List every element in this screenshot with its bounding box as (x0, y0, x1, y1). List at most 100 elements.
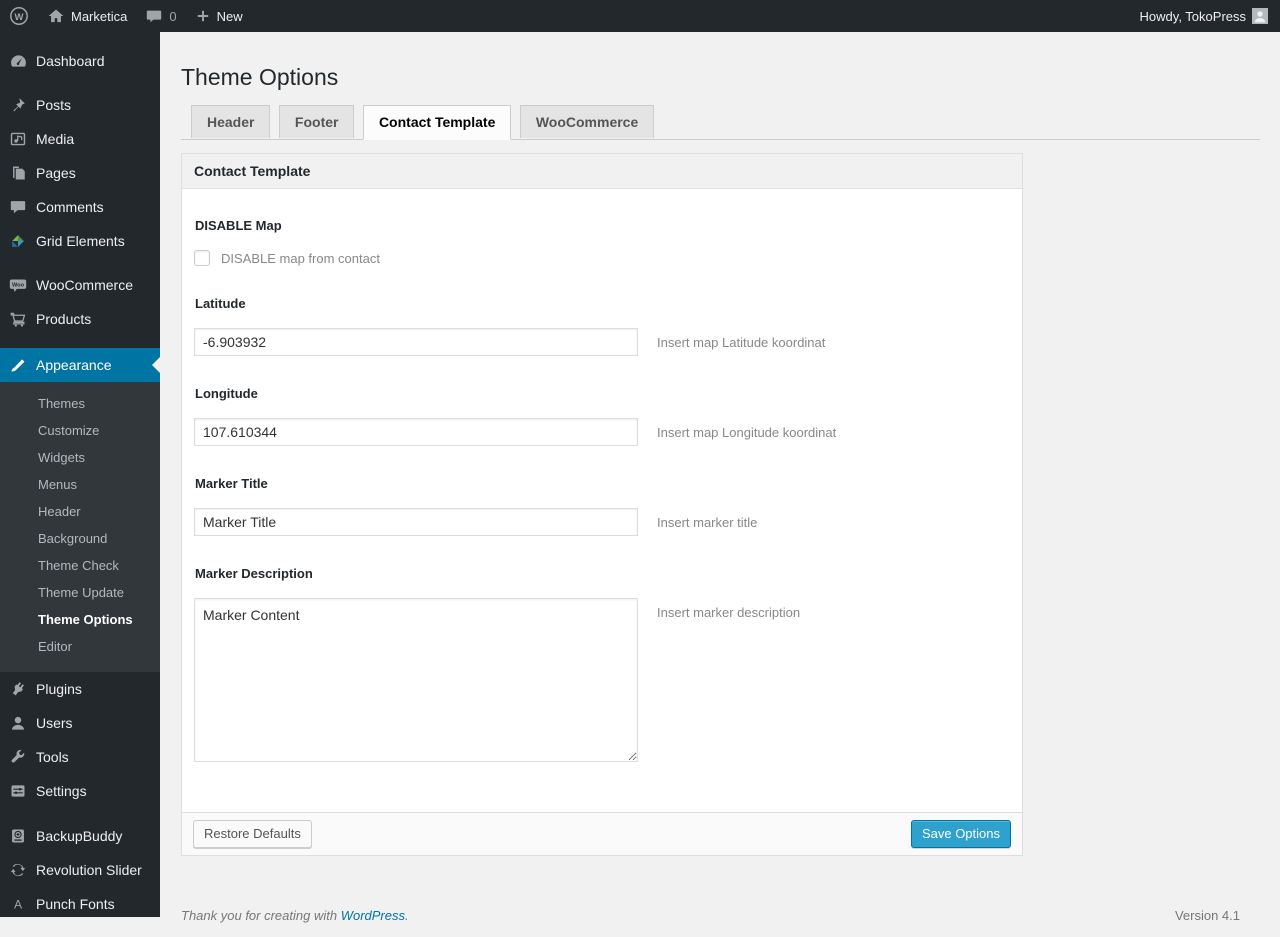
marker-title-input[interactable] (194, 508, 638, 536)
sidebar-item-label: Settings (36, 783, 87, 799)
comment-count: 0 (169, 9, 176, 24)
submenu-item-menus[interactable]: Menus (0, 471, 160, 498)
submenu-item-theme-update[interactable]: Theme Update (0, 579, 160, 606)
marker-title-description: Insert marker title (657, 508, 757, 530)
panel-footer: Restore Defaults Save Options (182, 812, 1022, 855)
letter-a-icon: A (0, 895, 36, 913)
longitude-label: Longitude (195, 386, 1010, 401)
wrench-icon (0, 748, 36, 766)
sidebar-item-label: Grid Elements (36, 233, 125, 249)
tab-bar: Header Footer Contact Template WooCommer… (181, 105, 1260, 140)
pushpin-icon (0, 96, 36, 114)
tab-woocommerce[interactable]: WooCommerce (520, 105, 654, 138)
site-name-menu[interactable]: Marketica (38, 0, 136, 32)
sidebar-item-label: Products (36, 311, 91, 327)
sidebar-item-grid-elements[interactable]: Grid Elements (0, 224, 160, 258)
sidebar-item-label: Punch Fonts (36, 896, 115, 912)
marker-description-label: Marker Description (195, 566, 1010, 581)
backup-drive-icon (0, 827, 36, 845)
submenu-item-background[interactable]: Background (0, 525, 160, 552)
submenu-item-header[interactable]: Header (0, 498, 160, 525)
disable-map-label: DISABLE Map (195, 218, 1010, 233)
longitude-input[interactable] (194, 418, 638, 446)
sidebar-item-media[interactable]: Media (0, 122, 160, 156)
comments-icon (0, 198, 36, 216)
sidebar-item-plugins[interactable]: Plugins (0, 672, 160, 706)
svg-text:A: A (14, 898, 23, 912)
sidebar-item-label: BackupBuddy (36, 828, 122, 844)
page-title: Theme Options (181, 54, 1260, 96)
marker-description-textarea[interactable]: Marker Content (194, 598, 638, 762)
panel-title: Contact Template (182, 154, 1022, 189)
comments-menu[interactable]: 0 (136, 0, 185, 32)
sidebar-item-label: Users (36, 715, 73, 731)
dashboard-icon (0, 52, 36, 71)
appearance-submenu: Themes Customize Widgets Menus Header Ba… (0, 382, 160, 672)
save-options-button[interactable]: Save Options (911, 820, 1011, 848)
marker-description-description: Insert marker description (657, 598, 800, 620)
admin-sidebar: Dashboard Posts Media Pages Comments Gri… (0, 32, 160, 917)
comment-bubble-icon (145, 7, 163, 25)
plugin-icon (0, 680, 36, 698)
version-text: Version 4.1 (1175, 908, 1240, 923)
restore-defaults-button[interactable]: Restore Defaults (193, 820, 312, 848)
tab-footer[interactable]: Footer (279, 105, 355, 138)
woocommerce-icon: Woo (0, 275, 36, 295)
wordpress-link[interactable]: WordPress (341, 908, 405, 923)
submenu-item-theme-options[interactable]: Theme Options (0, 606, 160, 633)
sidebar-item-label: Media (36, 131, 74, 147)
new-label: New (217, 9, 243, 24)
sidebar-item-settings[interactable]: Settings (0, 774, 160, 808)
contact-template-panel: Contact Template DISABLE Map DISABLE map… (181, 153, 1023, 856)
site-name: Marketica (71, 9, 127, 24)
submenu-item-customize[interactable]: Customize (0, 417, 160, 444)
tab-contact-template[interactable]: Contact Template (363, 105, 511, 140)
latitude-input[interactable] (194, 328, 638, 356)
grid-elements-icon (0, 232, 36, 250)
footer-thanks-prefix: Thank you for creating with (181, 908, 341, 923)
sidebar-item-tools[interactable]: Tools (0, 740, 160, 774)
svg-text:Woo: Woo (12, 283, 25, 289)
submenu-item-widgets[interactable]: Widgets (0, 444, 160, 471)
settings-sliders-icon (0, 782, 36, 800)
sidebar-item-label: Revolution Slider (36, 862, 142, 878)
sidebar-item-users[interactable]: Users (0, 706, 160, 740)
sidebar-item-products[interactable]: Products (0, 302, 160, 336)
account-menu[interactable]: Howdy, TokoPress (1131, 0, 1280, 32)
cart-icon (0, 310, 36, 328)
page-footer: Thank you for creating with WordPress. V… (181, 856, 1260, 937)
disable-map-checkbox[interactable] (194, 250, 210, 266)
sidebar-item-woocommerce[interactable]: Woo WooCommerce (0, 268, 160, 302)
submenu-item-themes[interactable]: Themes (0, 390, 160, 417)
new-content-menu[interactable]: New (186, 0, 252, 32)
wordpress-logo-icon: W (9, 6, 29, 26)
sidebar-item-label: Dashboard (36, 53, 105, 69)
plus-icon (195, 8, 211, 24)
sidebar-item-pages[interactable]: Pages (0, 156, 160, 190)
user-icon (0, 714, 36, 732)
sidebar-item-posts[interactable]: Posts (0, 88, 160, 122)
sidebar-item-label: Plugins (36, 681, 82, 697)
longitude-description: Insert map Longitude koordinat (657, 418, 836, 440)
main-content: Theme Options Header Footer Contact Temp… (160, 32, 1280, 937)
svg-text:W: W (15, 12, 24, 23)
sidebar-item-label: WooCommerce (36, 277, 133, 293)
sidebar-item-label: Comments (36, 199, 104, 215)
media-icon (0, 130, 36, 148)
submenu-item-theme-check[interactable]: Theme Check (0, 552, 160, 579)
sidebar-item-label: Tools (36, 749, 69, 765)
disable-map-checkbox-label: DISABLE map from contact (221, 251, 380, 266)
sidebar-item-comments[interactable]: Comments (0, 190, 160, 224)
sidebar-item-label: Posts (36, 97, 71, 113)
sidebar-item-appearance[interactable]: Appearance (0, 348, 160, 382)
sidebar-item-punch-fonts[interactable]: A Punch Fonts (0, 887, 160, 921)
sidebar-item-label: Appearance (36, 357, 112, 373)
home-icon (47, 7, 65, 25)
marker-title-label: Marker Title (195, 476, 1010, 491)
sidebar-item-backupbuddy[interactable]: BackupBuddy (0, 819, 160, 853)
submenu-item-editor[interactable]: Editor (0, 633, 160, 660)
tab-header[interactable]: Header (191, 105, 270, 138)
wordpress-logo-menu[interactable]: W (0, 0, 38, 32)
sidebar-item-revolution-slider[interactable]: Revolution Slider (0, 853, 160, 887)
sidebar-item-dashboard[interactable]: Dashboard (0, 44, 160, 78)
